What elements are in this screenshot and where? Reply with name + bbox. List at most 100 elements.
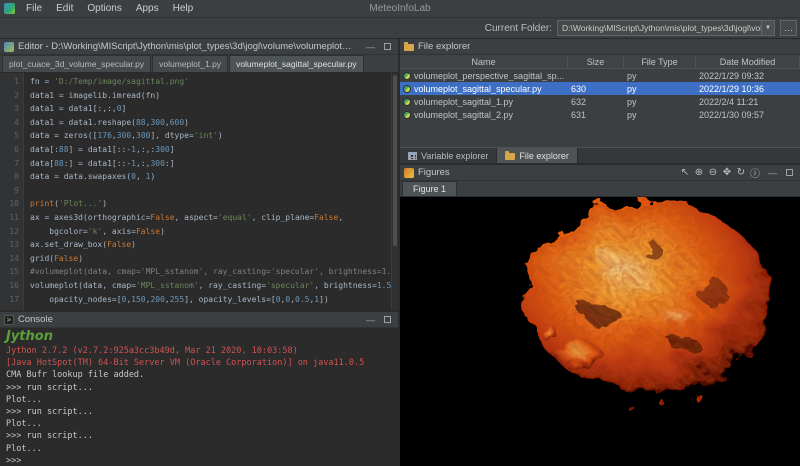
folder-icon [505,153,515,160]
figures-title: Figures [418,167,450,178]
tab-file-explorer[interactable]: File explorer [497,148,578,163]
main-split: Editor - D:\Working\MIScript\Jython\mis\… [0,39,800,466]
figure-canvas[interactable] [400,197,800,466]
console-line: >>> [6,455,392,466]
file-table-body: volumeplot_perspective_sagittal_sp...py2… [400,69,800,147]
file-date-cell: 2022/1/29 10:36 [696,84,800,94]
file-explorer-title: File explorer [418,41,470,52]
current-folder-value[interactable]: D:\Working\MIScript\Jython\mis\plot_type… [558,23,761,33]
minimize-icon[interactable]: — [364,40,377,53]
info-icon[interactable]: ⓘ [748,166,762,179]
console-output[interactable]: JythonJython 2.7.2 (v2.7.2:925a3cc3b49d,… [0,328,398,466]
line-number: 3 [0,102,19,116]
menu-options[interactable]: Options [80,2,128,15]
file-table-header: NameSizeFile TypeDate Modified [400,55,800,69]
line-number: 4 [0,116,19,130]
column-header[interactable]: File Type [624,55,696,68]
editor-tab[interactable]: volumeplot_sagittal_specular.py [229,55,364,72]
tab-variable-explorer[interactable]: Variable explorer [400,148,497,163]
meteoinfolab-window: FileEditOptionsAppsHelp MeteoInfoLab Cur… [0,0,800,466]
editor-gutter: 1234567891011121314151617 [0,73,24,310]
pan-icon[interactable]: ✥ [720,166,734,179]
code-line: fn = 'D:/Temp/image/sagittal.png' [30,75,390,89]
minimize-icon[interactable]: — [364,313,377,326]
float-icon[interactable] [783,166,796,179]
line-number: 1 [0,75,19,89]
file-size-cell: 631 [568,110,624,120]
float-icon[interactable] [381,313,394,326]
python-file-icon [403,72,411,80]
menu-bar: FileEditOptionsAppsHelp MeteoInfoLab [0,0,800,18]
line-number: 12 [0,225,19,239]
menu-items: FileEditOptionsAppsHelp [19,2,200,15]
editor-scrollbar-thumb[interactable] [393,75,397,246]
code-line: print('Plot...') [30,197,390,211]
column-header[interactable]: Name [400,55,568,68]
editor-tab[interactable]: plot_cuace_3d_volume_specular.py [2,55,151,72]
current-folder-combo[interactable]: D:\Working\MIScript\Jython\mis\plot_type… [557,20,775,36]
console-line: >>> run script... [6,430,392,442]
menu-help[interactable]: Help [166,2,201,15]
file-type-cell: py [624,84,696,94]
figures-panel-header: Figures ↖⊕⊖✥↻ⓘ — [400,165,800,181]
file-name-cell: volumeplot_perspective_sagittal_sp... [400,71,568,81]
line-number: 17 [0,293,19,307]
file-row[interactable]: volumeplot_perspective_sagittal_sp...py2… [400,69,800,82]
column-header[interactable]: Size [568,55,624,68]
code-line: data1 = data1[:,:,0] [30,102,390,116]
editor-tab[interactable]: volumeplot_1.py [152,55,228,72]
editor-icon [4,42,14,52]
folder-icon [404,44,414,51]
rotate-icon[interactable]: ↻ [734,166,748,179]
right-column: File explorer NameSizeFile TypeDate Modi… [400,39,800,466]
code-line: data[:88] = data1[::-1,:,:300] [30,143,390,157]
explorer-tab-bar: Variable explorer File explorer [400,147,800,163]
tab-label: Variable explorer [421,151,488,161]
line-number: 11 [0,211,19,225]
file-row[interactable]: volumeplot_sagittal_1.py632py2022/2/4 11… [400,95,800,108]
float-icon[interactable] [381,40,394,53]
code-line [30,184,390,198]
line-number: 14 [0,252,19,266]
code-line: data[88:] = data1[::-1,:,300:] [30,157,390,171]
editor-scrollbar[interactable] [391,73,398,310]
file-row[interactable]: volumeplot_sagittal_2.py631py2022/1/30 0… [400,108,800,121]
line-number: 15 [0,265,19,279]
code-line: data1 = imagelib.imread(fn) [30,89,390,103]
menu-edit[interactable]: Edit [49,2,80,15]
column-header[interactable]: Date Modified [696,55,800,68]
line-number: 6 [0,143,19,157]
line-number: 5 [0,129,19,143]
file-explorer-header: File explorer [400,39,800,55]
console-line: >>> run script... [6,406,392,418]
file-date-cell: 2022/1/30 09:57 [696,110,800,120]
console-line: Jython 2.7.2 (v2.7.2:925a3cc3b49d, Mar 2… [6,345,392,357]
line-number: 7 [0,157,19,171]
chevron-down-icon[interactable]: ▼ [761,21,774,35]
cursor-icon[interactable]: ↖ [678,166,692,179]
zoom-out-icon[interactable]: ⊖ [706,166,720,179]
zoom-in-icon[interactable]: ⊕ [692,166,706,179]
tab-figure-1[interactable]: Figure 1 [402,181,457,196]
code-line: grid(False) [30,252,390,266]
file-type-cell: py [624,110,696,120]
left-column: Editor - D:\Working\MIScript\Jython\mis\… [0,39,400,466]
browse-folder-button[interactable]: … [780,20,797,36]
code-line: bgcolor='k', axis=False) [30,225,390,239]
code-line: #volumeplot(data, cmap='MPL_sstanom', ra… [30,265,390,279]
console-line: Plot... [6,394,392,406]
editor-panel: Editor - D:\Working\MIScript\Jython\mis\… [0,39,398,310]
python-file-icon [403,111,411,119]
file-row[interactable]: volumeplot_sagittal_specular.py630py2022… [400,82,800,95]
code-editor[interactable]: fn = 'D:/Temp/image/sagittal.png'data1 =… [24,73,398,310]
code-line: ax = axes3d(orthographic=False, aspect='… [30,211,390,225]
minimize-icon[interactable]: — [766,166,779,179]
menu-file[interactable]: File [19,2,49,15]
file-type-cell: py [624,97,696,107]
editor-title: Editor - D:\Working\MIScript\Jython\mis\… [18,41,356,52]
menu-apps[interactable]: Apps [129,2,166,15]
file-date-cell: 2022/1/29 09:32 [696,71,800,81]
current-folder-label: Current Folder: [485,23,552,34]
figures-icon [404,168,414,178]
line-number: 10 [0,197,19,211]
